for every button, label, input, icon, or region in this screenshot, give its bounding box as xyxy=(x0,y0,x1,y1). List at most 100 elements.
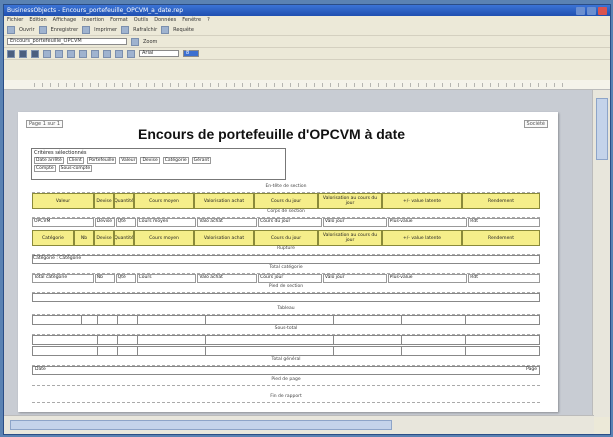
vertical-scrollbar[interactable] xyxy=(592,90,610,417)
menu-item-fenetre[interactable]: Fenêtre xyxy=(182,17,201,23)
border-icon[interactable] xyxy=(79,49,87,58)
toolbar-query-label[interactable]: Requête xyxy=(173,27,194,33)
column-header[interactable]: Valorisation achat xyxy=(194,230,254,246)
empty-line[interactable] xyxy=(32,293,540,302)
column-header[interactable]: Quantité xyxy=(114,193,134,209)
horizontal-scrollbar[interactable] xyxy=(4,415,594,434)
footer-right: Page xyxy=(526,367,537,372)
table-cell[interactable]: Total catégorie xyxy=(32,274,94,283)
menu-item-donnees[interactable]: Données xyxy=(154,17,176,23)
grid-row[interactable] xyxy=(32,315,540,325)
table-cell[interactable]: Cours moyen xyxy=(136,218,197,227)
minimize-button[interactable] xyxy=(576,6,585,15)
font-color-icon[interactable] xyxy=(103,49,111,58)
table-cell[interactable]: Valo jour xyxy=(322,218,387,227)
zoom-label[interactable]: Zoom xyxy=(143,39,157,45)
column-header[interactable]: Catégorie xyxy=(32,230,74,246)
open-icon[interactable] xyxy=(7,25,15,34)
table-cell[interactable]: Rdt xyxy=(468,274,540,283)
table-cell[interactable]: Nb xyxy=(94,274,115,283)
column-header[interactable]: +/- value latente xyxy=(382,230,462,246)
table-cell[interactable]: Valo achat xyxy=(197,274,258,283)
column-header[interactable]: Cours moyen xyxy=(134,193,194,209)
toolbar-print-label[interactable]: Imprimer xyxy=(94,27,117,33)
underline-icon[interactable] xyxy=(31,49,39,58)
filter-icon[interactable] xyxy=(127,49,135,58)
font-name-field[interactable]: Arial xyxy=(139,50,179,57)
column-header[interactable]: +/- value latente xyxy=(382,193,462,209)
grid-row[interactable] xyxy=(32,335,540,345)
fill-color-icon[interactable] xyxy=(91,49,99,58)
menu-item-outils[interactable]: Outils xyxy=(134,17,148,23)
table-cell[interactable]: Plus-value xyxy=(387,218,468,227)
criteria-cell[interactable]: Portefeuille xyxy=(86,157,117,164)
save-icon[interactable] xyxy=(38,25,47,34)
bold-icon[interactable] xyxy=(7,49,15,58)
zoom-icon[interactable] xyxy=(131,37,139,46)
table-cell[interactable]: Cours jour xyxy=(258,274,322,283)
table-cell[interactable]: Plus-value xyxy=(387,274,468,283)
menu-item-fichier[interactable]: Fichier xyxy=(7,17,23,23)
category-line[interactable]: Catégorie : Catégorie xyxy=(32,255,540,264)
criteria-cell[interactable]: Sous-compte xyxy=(58,165,93,172)
table-cell[interactable]: Valo achat xyxy=(197,218,258,227)
table-cell[interactable]: Cours xyxy=(136,274,197,283)
column-header[interactable]: Valorisation au cours du jour xyxy=(318,193,382,209)
report-selector[interactable]: Encours_portefeuille_OPCVM xyxy=(7,38,127,45)
column-header[interactable]: Quantité xyxy=(114,230,134,246)
table-cell[interactable]: OPCVM xyxy=(32,218,94,227)
criteria-cell[interactable]: Devise xyxy=(140,157,160,164)
column-header[interactable]: Devise xyxy=(94,193,114,209)
criteria-cell[interactable]: Valeur xyxy=(119,157,138,164)
column-header[interactable]: Nb xyxy=(74,230,94,246)
menu-item-insertion[interactable]: Insertion xyxy=(82,17,104,23)
column-header[interactable]: Valorisation achat xyxy=(194,193,254,209)
align-center-icon[interactable] xyxy=(55,49,63,58)
body-band: Corps de section xyxy=(32,209,540,218)
page-ref-left: Page 1 sur 1 xyxy=(26,120,64,128)
column-header[interactable]: Cours du jour xyxy=(254,193,318,209)
grid-row[interactable] xyxy=(32,346,540,356)
table-cell[interactable]: Qté xyxy=(115,274,136,283)
toolbar-save-label[interactable]: Enregistrer xyxy=(51,27,79,33)
toolbar-open-label[interactable]: Ouvrir xyxy=(19,27,35,33)
column-header[interactable]: Valorisation au cours du jour xyxy=(318,230,382,246)
criteria-cell[interactable]: Client xyxy=(66,157,84,164)
criteria-cell[interactable]: Date arrêté xyxy=(34,157,64,164)
footer-line[interactable]: Date Page xyxy=(32,366,540,375)
menu-item-aide[interactable]: ? xyxy=(207,17,210,23)
break-band: Rupture xyxy=(32,246,540,255)
criteria-cell[interactable]: Compte xyxy=(34,165,56,172)
column-header[interactable]: Cours du jour xyxy=(254,230,318,246)
table-cell[interactable]: Cours du jour xyxy=(258,218,322,227)
refresh-icon[interactable] xyxy=(121,25,130,34)
column-header[interactable]: Rendement xyxy=(462,193,540,209)
menu-item-format[interactable]: Format xyxy=(110,17,128,23)
align-left-icon[interactable] xyxy=(43,49,51,58)
end-of-report-band: Fin de rapport xyxy=(32,394,540,403)
column-header[interactable]: Cours moyen xyxy=(134,230,194,246)
toolbar-standard: Ouvrir Enregistrer Imprimer Rafraîchir R… xyxy=(4,24,610,36)
print-icon[interactable] xyxy=(82,25,91,34)
table-cell[interactable]: Qté xyxy=(115,218,136,227)
sort-icon[interactable] xyxy=(115,49,123,58)
subtotal-band: Sous-total xyxy=(32,326,540,335)
menu-item-affichage[interactable]: Affichage xyxy=(53,17,77,23)
criteria-cell[interactable]: Gérant xyxy=(191,157,212,164)
close-button[interactable] xyxy=(598,6,607,15)
table-cell[interactable]: Rdt xyxy=(468,218,540,227)
table-cell[interactable]: Devise xyxy=(94,218,115,227)
italic-icon[interactable] xyxy=(19,49,27,58)
menu-item-edition[interactable]: Edition xyxy=(29,17,46,23)
column-header[interactable]: Devise xyxy=(94,230,114,246)
criteria-cell[interactable]: Catégorie xyxy=(162,157,189,164)
align-right-icon[interactable] xyxy=(67,49,75,58)
font-size-field[interactable]: 8 xyxy=(183,50,199,57)
table-cell[interactable]: Valo jour xyxy=(322,274,387,283)
report-canvas[interactable]: Page 1 sur 1 Société Encours de portefeu… xyxy=(4,90,594,417)
toolbar-refresh-label[interactable]: Rafraîchir xyxy=(133,27,157,33)
query-icon[interactable] xyxy=(161,25,170,34)
column-header[interactable]: Rendement xyxy=(462,230,540,246)
maximize-button[interactable] xyxy=(587,6,596,15)
column-header[interactable]: Valeur xyxy=(32,193,94,209)
